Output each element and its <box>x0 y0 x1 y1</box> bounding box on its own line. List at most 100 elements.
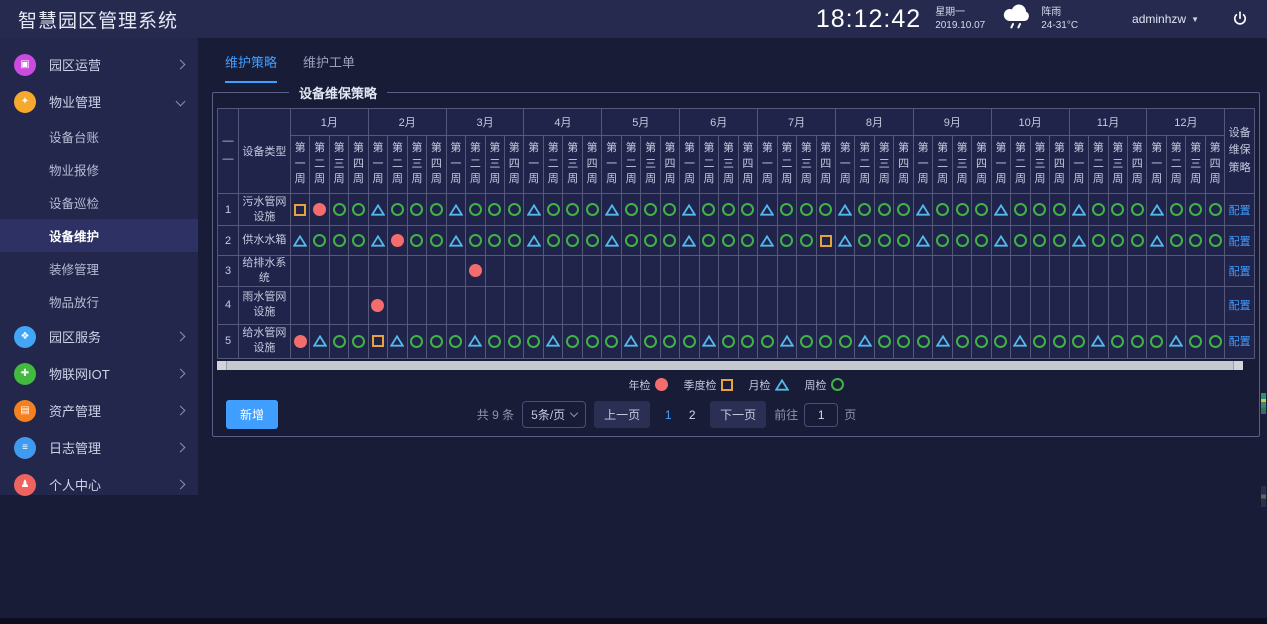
week-header: 第一周 <box>758 136 778 194</box>
prev-page-button[interactable]: 上一页 <box>594 401 650 428</box>
chevron-right-icon <box>176 60 186 70</box>
week-header: 第二周 <box>855 136 875 194</box>
weekly-check-marker <box>488 234 501 247</box>
sidebar-subitem[interactable]: 装修管理 <box>0 252 198 285</box>
weekly-check-cell <box>349 226 368 256</box>
configure-link[interactable]: 配置 <box>1229 266 1251 278</box>
week-header: 第三周 <box>1030 136 1049 194</box>
annual-check-cell <box>310 194 330 226</box>
empty-cell <box>1030 286 1049 324</box>
weekly-check-marker <box>625 234 638 247</box>
page-number-2[interactable]: 2 <box>682 404 702 426</box>
monthly-check-cell <box>1069 226 1089 256</box>
configure-link[interactable]: 配置 <box>1229 336 1251 348</box>
weekly-check-cell <box>407 194 426 226</box>
chevron-down-icon <box>570 409 578 417</box>
weekly-check-marker <box>352 234 365 247</box>
tab-maintenance-workorder[interactable]: 维护工单 <box>303 52 355 83</box>
scroll-right-button[interactable] <box>1234 361 1243 370</box>
week-header: 第一周 <box>913 136 933 194</box>
empty-cell <box>913 256 933 287</box>
logout-power-button[interactable] <box>1231 10 1249 28</box>
configure-link[interactable]: 配置 <box>1229 236 1251 248</box>
monthly-check-triangle-icon <box>546 335 560 347</box>
weekly-check-cell <box>1108 194 1127 226</box>
empty-cell <box>329 286 348 324</box>
monthly-check-triangle-icon <box>994 204 1008 216</box>
weekly-check-marker <box>878 234 891 247</box>
page-minimap-scrollbar[interactable] <box>1261 486 1266 507</box>
sidebar-item-iot[interactable]: ✚物联网IOT <box>0 355 198 392</box>
weekly-check-cell <box>485 324 504 358</box>
empty-cell <box>952 286 971 324</box>
weekly-check-marker <box>625 203 638 216</box>
empty-cell <box>835 286 855 324</box>
sidebar-subitem[interactable]: 设备巡检 <box>0 186 198 219</box>
legend-item: 月检 <box>749 377 789 393</box>
monthly-check-triangle-icon <box>760 235 774 247</box>
weekly-check-cell <box>894 194 913 226</box>
weekly-check-marker <box>1033 203 1046 216</box>
sidebar-subitem[interactable]: 物业报修 <box>0 153 198 186</box>
scroll-left-button[interactable] <box>217 361 226 370</box>
weekly-check-marker <box>1092 234 1105 247</box>
configure-link[interactable]: 配置 <box>1229 300 1251 312</box>
weekly-check-cell <box>505 194 524 226</box>
sidebar-subitem[interactable]: 设备台账 <box>0 120 198 153</box>
index-column-header: —— <box>218 109 239 194</box>
empty-cell <box>1089 286 1109 324</box>
page-size-select[interactable]: 5条/页 <box>522 401 586 428</box>
user-menu[interactable]: adminhzw ▼ <box>1132 12 1199 26</box>
weekly-check-cell <box>991 324 1011 358</box>
weekly-check-cell <box>485 194 504 226</box>
weekly-check-cell <box>641 324 660 358</box>
configure-link[interactable]: 配置 <box>1229 205 1251 217</box>
sidebar-item-asset-management[interactable]: ▤资产管理 <box>0 392 198 429</box>
weekly-check-marker <box>488 203 501 216</box>
legend-item: 年检 <box>629 377 668 393</box>
next-page-button[interactable]: 下一页 <box>710 401 766 428</box>
username-label: adminhzw <box>1132 12 1186 26</box>
sidebar-subitem[interactable]: 物品放行 <box>0 285 198 318</box>
sidebar-item-log-management[interactable]: ≡日志管理 <box>0 429 198 466</box>
weekly-check-marker <box>352 203 365 216</box>
weekly-check-marker <box>936 203 949 216</box>
sidebar-item-park-operation[interactable]: ▣园区运营 <box>0 46 198 83</box>
add-button[interactable]: 新增 <box>226 400 278 429</box>
goto-page-input[interactable] <box>804 403 838 427</box>
table-row: 1污水管网设施配置 <box>218 194 1255 226</box>
weekly-check-cell <box>543 194 563 226</box>
weekly-check-marker <box>1014 234 1027 247</box>
sidebar-item-property-management[interactable]: ✦物业管理 <box>0 83 198 120</box>
equipment-type: 污水管网设施 <box>239 194 291 226</box>
tab-maintenance-strategy[interactable]: 维护策略 <box>225 52 277 83</box>
weekly-check-cell <box>563 226 582 256</box>
monthly-check-triangle-icon <box>838 204 852 216</box>
empty-cell <box>641 256 660 287</box>
scrollbar-thumb[interactable] <box>227 361 1233 370</box>
week-header: 第四周 <box>582 136 601 194</box>
weekly-check-marker <box>741 234 754 247</box>
week-header: 第一周 <box>368 136 388 194</box>
weekly-check-marker <box>975 234 988 247</box>
horizontal-scrollbar[interactable] <box>217 361 1243 370</box>
strategy-table-wrap: ——设备类型1月2月3月4月5月6月7月8月9月10月11月12月设备维保策略第… <box>217 108 1255 359</box>
weekly-check-cell <box>952 226 971 256</box>
weekly-check-cell <box>894 324 913 358</box>
page-number-1[interactable]: 1 <box>658 404 678 426</box>
sidebar-item-park-service[interactable]: ❖园区服务 <box>0 318 198 355</box>
weekly-check-cell <box>1108 226 1127 256</box>
sidebar-subitem[interactable]: 设备维护 <box>0 219 198 252</box>
sidebar-item-label: 园区服务 <box>49 327 101 346</box>
weekly-check-cell <box>1205 226 1224 256</box>
action-cell: 配置 <box>1225 194 1255 226</box>
week-header: 第二周 <box>1089 136 1109 194</box>
empty-cell <box>524 286 544 324</box>
monthly-check-triangle-icon <box>702 335 716 347</box>
weekly-check-marker <box>430 203 443 216</box>
week-header: 第一周 <box>1147 136 1167 194</box>
page-minimap-scrollbar[interactable] <box>1261 393 1266 414</box>
month-header: 1月 <box>290 109 368 136</box>
sidebar-item-personal-center[interactable]: ♟个人中心 <box>0 466 198 503</box>
weekly-check-marker <box>800 335 813 348</box>
